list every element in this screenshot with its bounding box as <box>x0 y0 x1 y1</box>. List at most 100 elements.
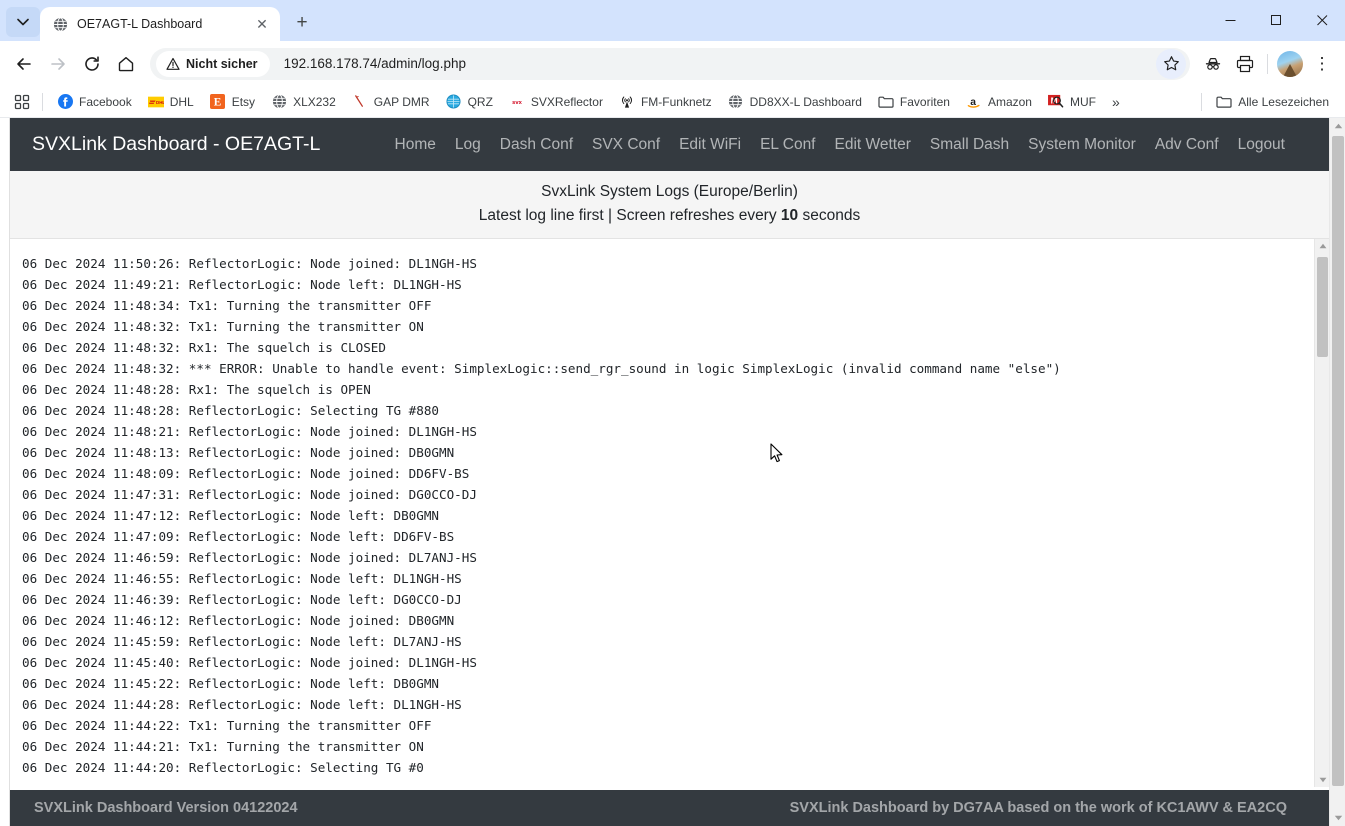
bookmark-fm-funknetz[interactable]: FM-Funknetz <box>611 90 720 114</box>
log-line: 06 Dec 2024 11:48:32: Tx1: Turning the t… <box>22 319 424 334</box>
close-window-button[interactable] <box>1299 0 1345 41</box>
site-navbar: SVXLink Dashboard - OE7AGT-L Home Log Da… <box>10 118 1329 171</box>
nav-item-svx-conf[interactable]: SVX Conf <box>592 136 660 154</box>
browser-window: OE7AGT-L Dashboard ✕ + Nicht sicher 192.… <box>0 0 1345 826</box>
bookmark-dd8xx-l-dashboard[interactable]: DD8XX-L Dashboard <box>720 90 870 114</box>
scroll-up-icon[interactable] <box>1315 239 1329 253</box>
bookmark-etsy[interactable]: E Etsy <box>202 90 263 114</box>
footer-credits: SVXLink Dashboard by DG7AA based on the … <box>789 800 1287 816</box>
close-icon[interactable]: ✕ <box>252 14 272 34</box>
warning-triangle-icon <box>166 57 180 70</box>
print-icon[interactable] <box>1230 49 1260 79</box>
globe-icon <box>728 94 744 110</box>
bookmarks-overflow-button[interactable]: » <box>1104 90 1128 114</box>
log-panel: 06 Dec 2024 11:50:26: ReflectorLogic: No… <box>10 239 1329 787</box>
bookmarks-bar: Facebook DHL DHL E Etsy XLX232 GAP DMR <box>0 86 1345 118</box>
log-line: 06 Dec 2024 11:48:13: ReflectorLogic: No… <box>22 445 455 460</box>
log-line: 06 Dec 2024 11:44:22: Tx1: Turning the t… <box>22 718 432 733</box>
bookmark-svxreflector[interactable]: svx SVXReflector <box>501 90 611 114</box>
apps-grid-icon[interactable] <box>8 90 36 114</box>
log-line: 06 Dec 2024 11:48:28: ReflectorLogic: Se… <box>22 403 440 418</box>
forward-button[interactable] <box>42 48 74 80</box>
nav-item-edit-wetter[interactable]: Edit Wetter <box>835 136 911 154</box>
bookmark-gap-dmr[interactable]: GAP DMR <box>344 90 438 114</box>
amazon-icon: a <box>966 94 982 110</box>
nav-item-home[interactable]: Home <box>395 136 436 154</box>
log-line: 06 Dec 2024 11:46:59: ReflectorLogic: No… <box>22 550 477 565</box>
dhl-icon: DHL <box>147 94 164 110</box>
browser-scrollbar[interactable] <box>1329 118 1345 826</box>
nav-item-edit-wifi[interactable]: Edit WiFi <box>679 136 741 154</box>
bookmark-dhl[interactable]: DHL DHL <box>140 90 202 114</box>
url-text[interactable]: 192.168.178.74/admin/log.php <box>284 56 1156 71</box>
bookmark-label: QRZ <box>467 94 493 109</box>
tab-strip: OE7AGT-L Dashboard ✕ + <box>0 0 1345 41</box>
avatar[interactable] <box>1275 49 1305 79</box>
log-line: 06 Dec 2024 11:48:34: Tx1: Turning the t… <box>22 298 432 313</box>
globe-icon <box>271 94 287 110</box>
new-tab-button[interactable]: + <box>288 9 316 37</box>
bookmark-amazon[interactable]: a Amazon <box>958 90 1040 114</box>
nav-item-adv-conf[interactable]: Adv Conf <box>1155 136 1219 154</box>
folder-icon <box>1216 94 1232 110</box>
browser-toolbar: Nicht sicher 192.168.178.74/admin/log.ph… <box>0 41 1345 86</box>
log-output: 06 Dec 2024 11:50:26: ReflectorLogic: No… <box>10 239 1314 787</box>
reload-icon <box>85 55 99 71</box>
browser-tab[interactable]: OE7AGT-L Dashboard ✕ <box>40 7 280 41</box>
nav-item-dash-conf[interactable]: Dash Conf <box>500 136 573 154</box>
address-bar[interactable]: Nicht sicher 192.168.178.74/admin/log.ph… <box>150 47 1190 80</box>
bookmark-label: Favoriten <box>899 94 950 109</box>
minimize-button[interactable] <box>1207 0 1253 41</box>
browser-scrollbar-thumb[interactable] <box>1332 136 1344 786</box>
bookmark-label: Facebook <box>79 94 132 109</box>
log-line: 06 Dec 2024 11:45:22: ReflectorLogic: No… <box>22 676 440 691</box>
bookmark-facebook[interactable]: Facebook <box>49 90 140 114</box>
back-button[interactable] <box>8 48 40 80</box>
bookmark-qrz[interactable]: QRZ <box>438 90 501 114</box>
svg-text:E: E <box>214 97 222 109</box>
incognito-icon[interactable] <box>1198 49 1228 79</box>
page-left-edge <box>0 118 10 826</box>
facebook-icon <box>57 94 73 110</box>
site-security-badge[interactable]: Nicht sicher <box>156 50 270 77</box>
tab-search-button[interactable] <box>6 7 40 37</box>
subtitle-pre: Latest log line first | Screen refreshes… <box>478 207 781 224</box>
all-bookmarks-button[interactable]: Alle Lesezeichen <box>1208 90 1337 114</box>
etsy-icon: E <box>210 94 226 110</box>
bookmark-label: DHL <box>169 94 194 109</box>
log-header-panel: SvxLink System Logs (Europe/Berlin) Late… <box>10 171 1329 239</box>
bookmark-label: SVXReflector <box>530 94 603 109</box>
log-line: 06 Dec 2024 11:48:28: Rx1: The squelch i… <box>22 382 371 397</box>
nav-item-log[interactable]: Log <box>455 136 481 154</box>
browser-menu-icon[interactable]: ⋮ <box>1307 49 1337 79</box>
log-scrollbar[interactable] <box>1314 239 1329 787</box>
svg-text:a: a <box>970 97 976 108</box>
home-button[interactable] <box>110 48 142 80</box>
log-line: 06 Dec 2024 11:44:28: ReflectorLogic: No… <box>22 697 462 712</box>
nav-item-logout[interactable]: Logout <box>1238 136 1285 154</box>
nav-item-small-dash[interactable]: Small Dash <box>930 136 1009 154</box>
nav-item-el-conf[interactable]: EL Conf <box>760 136 815 154</box>
nav-item-system-monitor[interactable]: System Monitor <box>1028 136 1136 154</box>
bookmark-label: GAP DMR <box>373 94 430 109</box>
home-icon <box>118 56 134 71</box>
antenna-icon <box>352 94 368 110</box>
bookmark-label: MUF <box>1069 94 1096 109</box>
scroll-up-icon[interactable] <box>1330 118 1345 134</box>
bookmark-star-icon[interactable] <box>1156 48 1186 79</box>
chevron-down-icon <box>17 18 29 26</box>
log-line: 06 Dec 2024 11:46:55: ReflectorLogic: No… <box>22 571 462 586</box>
toolbar-divider <box>1267 53 1268 74</box>
maximize-button[interactable] <box>1253 0 1299 41</box>
log-scrollbar-thumb[interactable] <box>1317 257 1328 357</box>
bookmark-muf[interactable]: M MUF <box>1040 90 1104 114</box>
tab-title: OE7AGT-L Dashboard <box>77 17 203 31</box>
reload-button[interactable] <box>76 48 108 80</box>
profile-avatar-image <box>1277 50 1303 77</box>
svx-icon: svx <box>509 94 525 110</box>
site-brand[interactable]: SVXLink Dashboard - OE7AGT-L <box>32 133 320 156</box>
scroll-down-icon[interactable] <box>1315 773 1329 787</box>
scroll-down-icon[interactable] <box>1330 810 1345 826</box>
bookmark-folder-favoriten[interactable]: Favoriten <box>870 90 958 114</box>
bookmark-xlx232[interactable]: XLX232 <box>263 90 344 114</box>
